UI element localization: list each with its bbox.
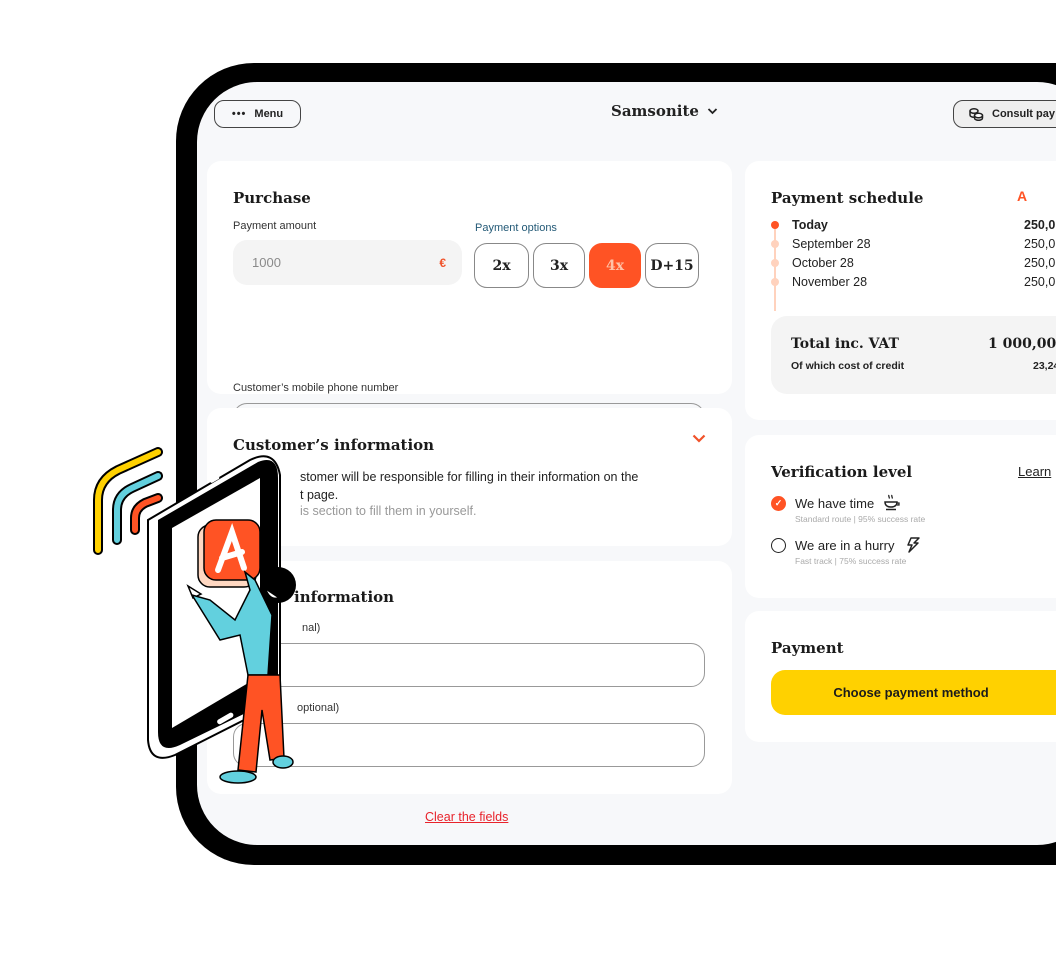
app-screen: ••• Menu Samsonite Consult pay Purchase …	[197, 82, 1056, 845]
field2-label: optional)	[297, 702, 340, 714]
coffee-icon	[884, 494, 900, 511]
amount-value: 1000	[252, 255, 281, 270]
customer-info-hint: is section to fill them in yourself.	[300, 504, 477, 518]
schedule-title: Payment schedule	[771, 189, 924, 207]
schedule-row: September 28 250,0	[771, 234, 1056, 253]
clear-fields-link[interactable]: Clear the fields	[425, 810, 508, 824]
credit-cost-label: Of which cost of credit	[791, 360, 905, 372]
coins-icon	[969, 107, 984, 121]
currency-symbol: €	[439, 255, 446, 270]
merchant-selector[interactable]: Samsonite	[611, 102, 718, 120]
description-line-2: t page.	[300, 488, 339, 502]
timeline-dot	[771, 277, 779, 286]
learn-more-link[interactable]: Learn	[1018, 464, 1051, 479]
additional-info-title: information	[294, 588, 395, 606]
customer-info-description: stomer will be responsible for filling i…	[233, 468, 663, 504]
option-label: We have time	[795, 495, 875, 511]
verification-option-standard[interactable]: ✓ We have time	[771, 494, 901, 512]
merchant-name: Samsonite	[611, 102, 699, 120]
schedule-date: Today	[792, 217, 828, 232]
description-line-1: stomer will be responsible for filling i…	[300, 470, 639, 484]
schedule-row: Today 250,0	[771, 215, 1056, 234]
option-label: We are in a hurry	[795, 537, 895, 553]
schedule-amount: 250,0	[1024, 255, 1056, 270]
schedule-row: November 28 250,0	[771, 272, 1056, 291]
chevron-down-icon	[707, 108, 718, 115]
verification-option-fast[interactable]: We are in a hurry	[771, 536, 921, 554]
amount-label: Payment amount	[233, 220, 317, 232]
total-label: Total inc. VAT	[791, 336, 899, 352]
menu-button[interactable]: ••• Menu	[214, 100, 301, 128]
field1-label: nal)	[302, 622, 321, 634]
timeline-dot	[771, 220, 779, 229]
payment-options-group: 2x 3x 4x D+15	[474, 243, 699, 288]
expand-chevron-icon[interactable]	[692, 434, 706, 443]
additional-info-card: information nal) optional)	[207, 561, 732, 794]
radio-checked-icon[interactable]: ✓	[771, 495, 786, 511]
total-summary: Total inc. VAT 1 000,00 Of which cost of…	[771, 316, 1056, 394]
menu-label: Menu	[254, 108, 284, 120]
field2-input[interactable]	[233, 723, 705, 767]
option-sub-text: Fast track | 75% success rate	[795, 556, 907, 566]
purchase-title: Purchase	[233, 189, 311, 207]
schedule-timeline: Today 250,0 September 28 250,0 October 2…	[771, 215, 1056, 311]
dots-icon: •••	[231, 108, 247, 120]
amount-input[interactable]: 1000 €	[233, 240, 462, 285]
payment-options-label: Payment options	[475, 222, 557, 234]
schedule-date: September 28	[792, 236, 871, 251]
signal-waves-icon	[93, 447, 163, 555]
option-2x[interactable]: 2x	[474, 243, 529, 288]
credit-cost-value: 23,24	[1033, 360, 1056, 372]
total-value: 1 000,00	[988, 336, 1056, 352]
timeline-dot	[771, 239, 779, 248]
schedule-amount: 250,0	[1024, 217, 1056, 232]
field1-input[interactable]	[233, 643, 705, 687]
customer-info-card: Customer’s information stomer will be re…	[207, 408, 732, 546]
schedule-tag: A	[1017, 188, 1028, 204]
stage: ••• Menu Samsonite Consult pay Purchase …	[0, 0, 1056, 960]
schedule-amount: 250,0	[1024, 274, 1056, 289]
option-sub-text: Standard route | 95% success rate	[795, 514, 926, 524]
option-4x[interactable]: 4x	[589, 243, 641, 288]
schedule-date: November 28	[792, 274, 868, 289]
phone-label: Customer’s mobile phone number	[233, 382, 399, 394]
consult-payments-button[interactable]: Consult pay	[953, 100, 1056, 128]
radio-unchecked-icon[interactable]	[771, 537, 786, 553]
schedule-row: October 28 250,0	[771, 253, 1056, 272]
customer-info-title: Customer’s information	[233, 436, 435, 454]
purchase-card: Purchase Payment amount 1000 € Payment o…	[207, 161, 732, 447]
schedule-date: October 28	[792, 255, 854, 270]
lightning-icon	[907, 537, 921, 553]
payment-card: Payment Choose payment method	[745, 611, 1056, 742]
timeline-dot	[771, 258, 779, 267]
schedule-amount: 250,0	[1024, 236, 1056, 251]
choose-payment-method-button[interactable]: Choose payment method	[771, 670, 1056, 715]
verification-title: Verification level	[771, 463, 913, 481]
consult-label: Consult pay	[992, 108, 1055, 120]
payment-title: Payment	[771, 639, 844, 657]
payment-schedule-card: Payment schedule A Today 250,0 September…	[745, 161, 1056, 420]
verification-card: Verification level Learn ✓ We have time …	[745, 435, 1056, 598]
option-d15[interactable]: D+15	[645, 243, 699, 288]
option-3x[interactable]: 3x	[533, 243, 585, 288]
